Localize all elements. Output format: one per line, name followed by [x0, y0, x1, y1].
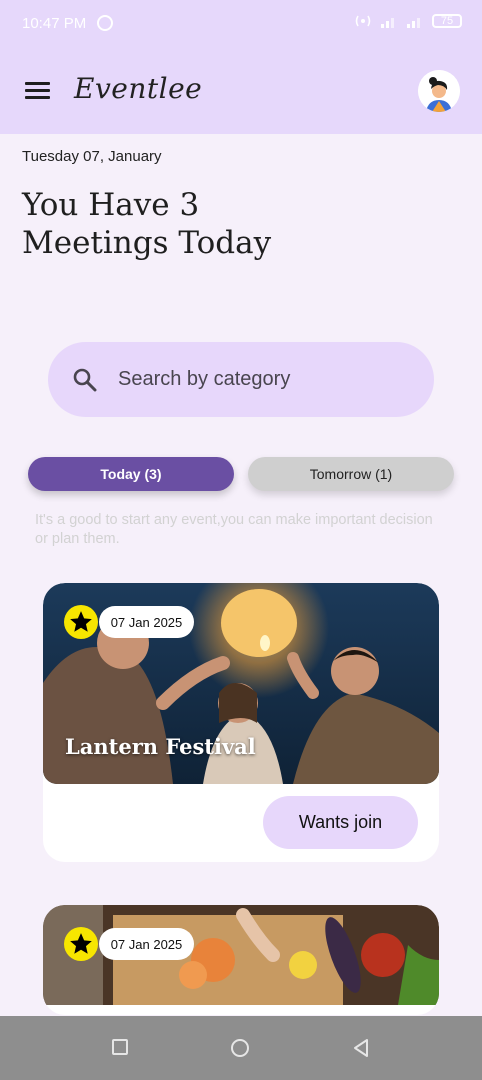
status-bar: 10:47 PM 75 — [0, 0, 482, 48]
event-card[interactable]: 07 Jan 2025 — [43, 905, 439, 1015]
signal-icon — [381, 18, 394, 28]
signal-icon-2 — [407, 18, 420, 28]
event-date-chip: 07 Jan 2025 — [99, 928, 194, 960]
search-bar[interactable] — [48, 342, 434, 417]
whatsapp-icon — [97, 15, 113, 31]
nav-square-icon[interactable] — [111, 1038, 129, 1056]
app-bar: Eventlee — [0, 48, 482, 134]
event-date-chip: 07 Jan 2025 — [99, 606, 194, 638]
battery-level: 75 — [440, 15, 454, 27]
nav-back-icon[interactable] — [352, 1038, 370, 1058]
page-title: You Have 3 Meetings Today — [22, 187, 272, 261]
tab-tomorrow[interactable]: Tomorrow (1) — [248, 457, 454, 491]
nav-circle-icon[interactable] — [230, 1038, 250, 1058]
avatar[interactable] — [418, 70, 460, 112]
event-title: Lantern Festival — [65, 734, 256, 759]
nfc-icon — [355, 15, 371, 27]
favorite-button[interactable] — [64, 605, 98, 639]
search-input[interactable] — [118, 368, 398, 391]
system-icons: 75 — [354, 14, 462, 28]
day-tabs: Today (3) Tomorrow (1) — [28, 457, 454, 491]
event-card[interactable]: 07 Jan 2025 Lantern Festival Wants join — [43, 583, 439, 862]
star-icon — [70, 933, 92, 954]
star-icon — [70, 611, 92, 632]
battery-icon: 75 — [432, 14, 462, 28]
search-icon[interactable] — [72, 367, 98, 393]
status-time: 10:47 PM — [22, 15, 87, 32]
hint-text: It's a good to start any event,you can m… — [35, 512, 433, 547]
current-date: Tuesday 07, January — [22, 148, 162, 165]
app-brand: Eventlee — [74, 72, 203, 105]
wants-join-button[interactable]: Wants join — [263, 796, 418, 849]
menu-icon[interactable] — [25, 82, 50, 100]
favorite-button[interactable] — [64, 927, 98, 961]
tab-today[interactable]: Today (3) — [28, 457, 234, 491]
system-nav-bar — [0, 1016, 482, 1080]
